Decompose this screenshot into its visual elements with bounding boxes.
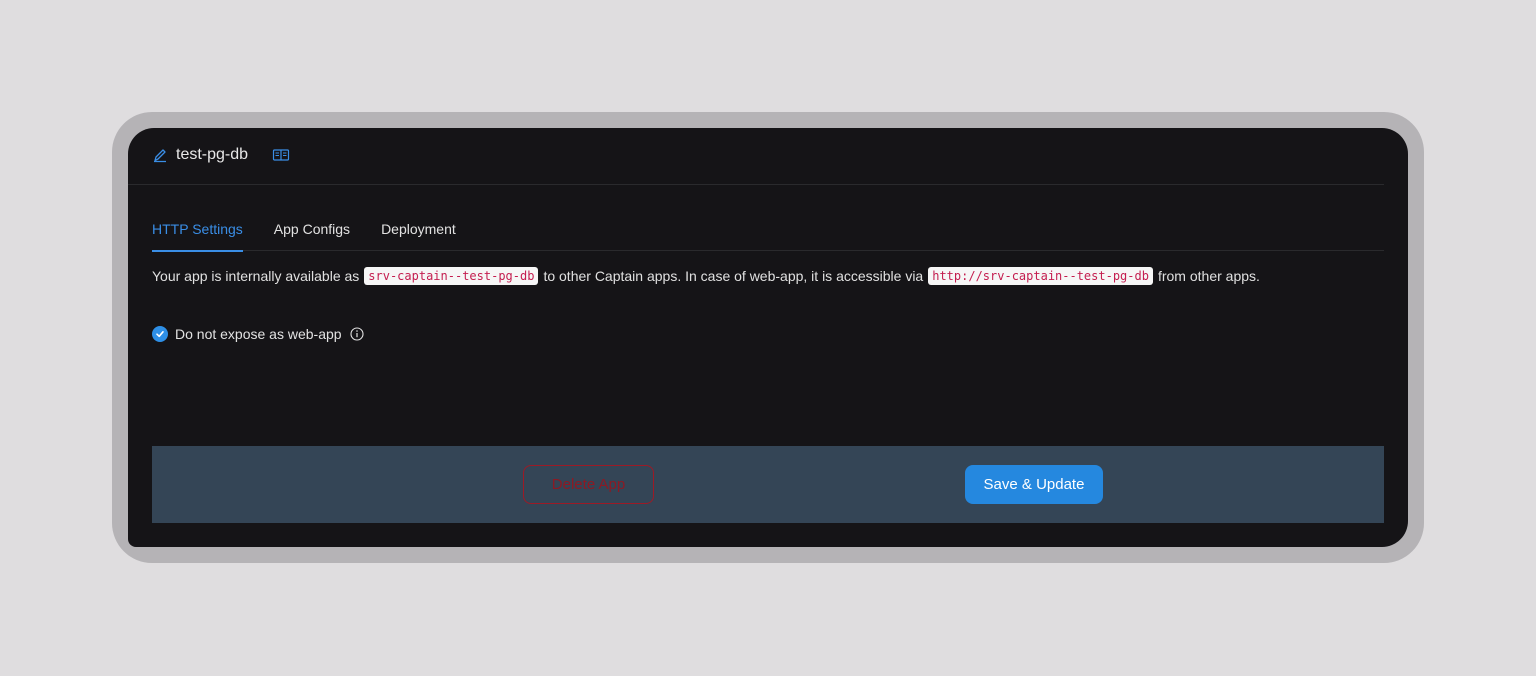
read-book-icon[interactable]	[272, 147, 290, 163]
delete-app-button[interactable]: Delete App	[523, 465, 654, 504]
edit-pencil-icon[interactable]	[152, 147, 168, 163]
app-title-row: test-pg-db	[152, 146, 290, 164]
availability-text-1: Your app is internally available as	[152, 268, 360, 284]
tab-http-settings[interactable]: HTTP Settings	[152, 218, 243, 252]
internal-url-code: http://srv-captain--test-pg-db	[928, 267, 1153, 285]
availability-text-2: to other Captain apps. In case of web-ap…	[543, 268, 924, 284]
settings-tabs: HTTP Settings App Configs Deployment	[152, 218, 1384, 252]
app-details-card: test-pg-db HTTP Settings App Configs Dep…	[128, 128, 1408, 547]
availability-text-3: from other apps.	[1157, 268, 1260, 284]
not-expose-label[interactable]: Do not expose as web-app	[175, 326, 342, 342]
actions-footer: Delete App Save & Update	[152, 446, 1384, 523]
card-header: test-pg-db	[128, 128, 1384, 185]
internal-availability-text: Your app is internally available as srv-…	[152, 267, 1260, 285]
tab-app-configs[interactable]: App Configs	[274, 218, 350, 251]
save-update-button[interactable]: Save & Update	[965, 465, 1103, 504]
info-circle-icon[interactable]	[350, 327, 364, 341]
not-expose-option: Do not expose as web-app	[152, 326, 364, 342]
not-expose-checkbox[interactable]	[152, 326, 168, 342]
internal-host-code: srv-captain--test-pg-db	[364, 267, 539, 285]
app-name: test-pg-db	[176, 146, 249, 163]
tab-deployment[interactable]: Deployment	[381, 218, 456, 251]
